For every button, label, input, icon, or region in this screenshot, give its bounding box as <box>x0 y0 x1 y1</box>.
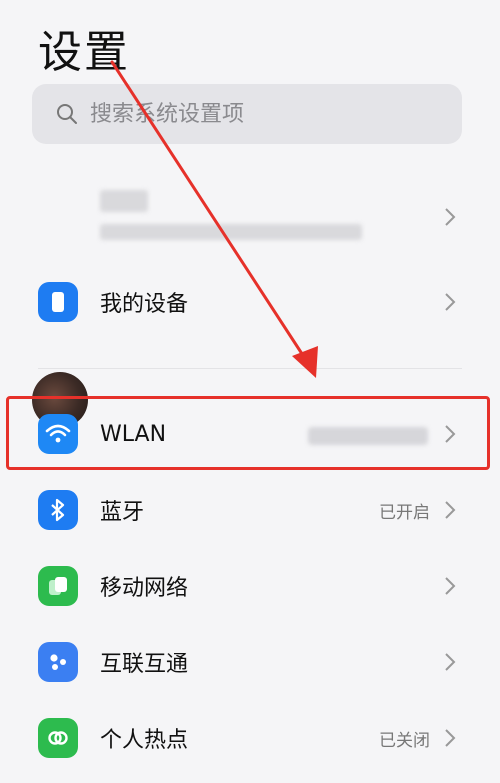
account-row[interactable] <box>0 182 500 428</box>
row-value: 已关闭 <box>379 730 430 751</box>
search-bar[interactable] <box>32 84 462 144</box>
row-label: 互联互通 <box>100 652 189 677</box>
search-icon <box>57 104 77 124</box>
search-input[interactable] <box>90 101 410 127</box>
account-name-redacted <box>100 190 148 212</box>
bluetooth-icon <box>38 490 78 530</box>
section-divider <box>38 368 462 369</box>
chevron-right-icon <box>445 577 456 595</box>
row-mobile-network[interactable]: 移动网络 <box>0 551 500 621</box>
row-label: 移动网络 <box>100 576 189 601</box>
interconnect-icon <box>38 642 78 682</box>
row-value: 已开启 <box>379 502 430 523</box>
phone-device-icon <box>38 282 78 322</box>
row-hotspot[interactable]: 个人热点 已关闭 <box>0 703 500 773</box>
highlight-box <box>6 396 490 470</box>
row-my-device[interactable]: 我的设备 <box>0 267 500 337</box>
account-detail-redacted <box>100 224 362 240</box>
chevron-right-icon <box>445 501 456 519</box>
mobile-network-icon <box>38 566 78 606</box>
hotspot-icon <box>38 718 78 758</box>
page-title: 设置 <box>38 27 130 78</box>
row-label: 我的设备 <box>100 292 189 317</box>
row-label: 个人热点 <box>100 728 189 753</box>
chevron-right-icon <box>445 208 456 226</box>
row-interconnect[interactable]: 互联互通 <box>0 627 500 697</box>
row-label: 蓝牙 <box>100 500 145 525</box>
chevron-right-icon <box>445 653 456 671</box>
row-bluetooth[interactable]: 蓝牙 已开启 <box>0 475 500 545</box>
chevron-right-icon <box>445 729 456 747</box>
chevron-right-icon <box>445 293 456 311</box>
